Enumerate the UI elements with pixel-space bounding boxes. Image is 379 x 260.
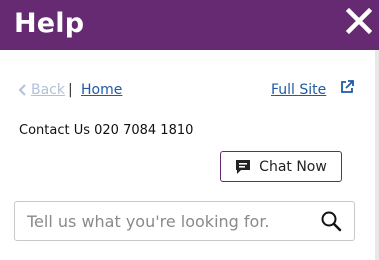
search-box: [14, 201, 355, 241]
chevron-left-icon: [18, 84, 26, 96]
help-header: Help: [0, 0, 379, 50]
contact-us-text: Contact Us 020 7084 1810: [19, 123, 194, 138]
home-link[interactable]: Home: [81, 82, 122, 98]
chat-now-button[interactable]: Chat Now: [220, 151, 342, 182]
back-link[interactable]: Back: [17, 82, 65, 98]
search-input[interactable]: [15, 202, 334, 240]
scrollbar[interactable]: [375, 50, 379, 260]
chat-bubble-icon: [236, 159, 251, 174]
search-icon[interactable]: [320, 210, 342, 232]
nav-separator: |: [68, 82, 73, 98]
external-link-icon[interactable]: [339, 79, 355, 95]
header-title: Help: [14, 8, 85, 39]
back-label: Back: [31, 82, 65, 98]
close-icon[interactable]: [344, 6, 374, 36]
chat-now-label: Chat Now: [259, 158, 327, 175]
full-site-link[interactable]: Full Site: [271, 82, 326, 98]
